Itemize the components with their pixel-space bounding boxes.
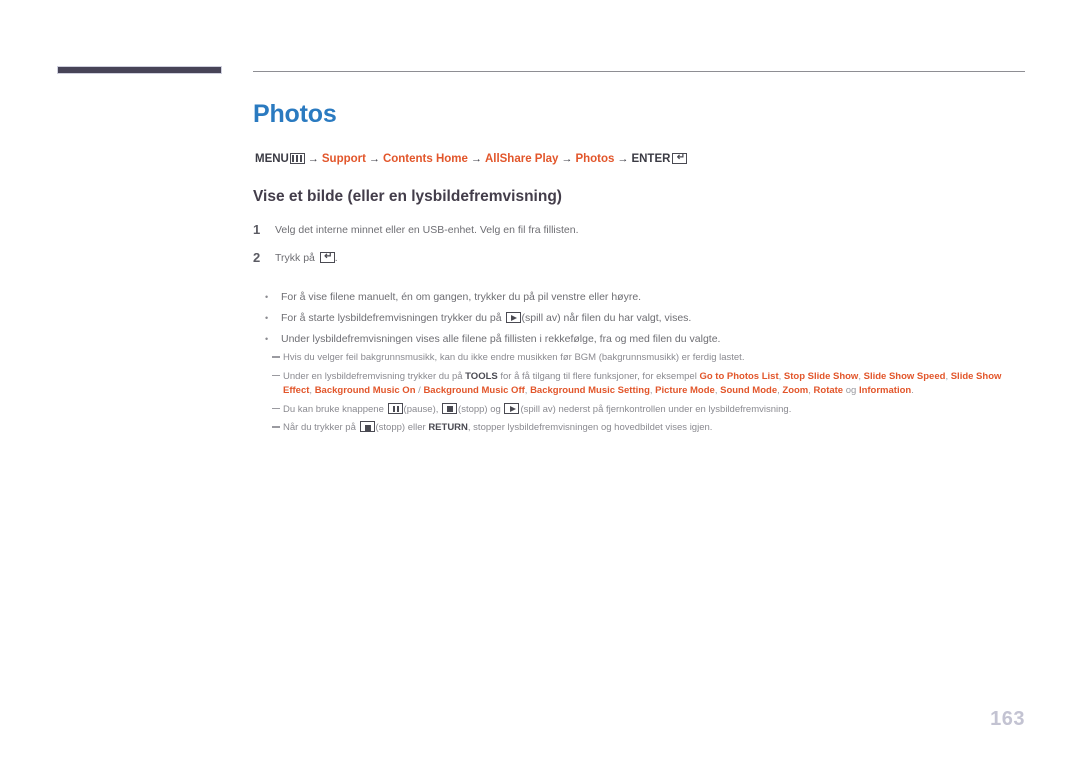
option-slide-show-speed[interactable]: Slide Show Speed <box>864 371 946 382</box>
note-text-1: Du kan bruke knappene <box>283 403 387 415</box>
enter-return-icon: ↵ <box>672 152 688 164</box>
breadcrumb-arrow-4: → <box>561 153 573 165</box>
note-item-return: Når du trykker på (stopp) eller RETURN, … <box>272 421 1032 436</box>
option-background-music-off[interactable]: Background Music Off <box>423 385 524 396</box>
note-text: Når du trykker på (stopp) eller RETURN, … <box>283 421 1023 436</box>
numbered-steps-list: 1 Velg det interne minnet eller en USB-e… <box>253 222 1013 278</box>
option-information[interactable]: Information <box>859 385 911 396</box>
note-item-bgm: Hvis du velger feil bakgrunnsmusikk, kan… <box>272 351 1032 366</box>
notes-list: Hvis du velger feil bakgrunnsmusikk, kan… <box>272 351 1032 440</box>
step-number: 1 <box>253 222 261 237</box>
step-number: 2 <box>253 250 261 265</box>
note-text-1: Under en lysbildefremvisning trykker du … <box>283 370 466 382</box>
note-dash-icon <box>272 351 283 364</box>
return-key-label: RETURN <box>428 422 468 433</box>
step-item: 2 Trykk på ↵. <box>253 250 1013 266</box>
breadcrumb-arrow-2: → <box>368 153 380 165</box>
step-text: Velg det interne minnet eller en USB-enh… <box>275 224 579 236</box>
document-page: Photos MENU → Support → Contents Home → AllSha… <box>0 0 1080 763</box>
header-accent-bar <box>57 66 222 74</box>
section-heading: Vise et bilde (eller en lysbildefremvisn… <box>253 188 562 205</box>
header-rule <box>253 71 1025 72</box>
note-text-3: (stopp) og <box>458 403 504 415</box>
bullet-text: Under lysbildefremvisningen vises alle f… <box>281 333 721 345</box>
option-stop-slide-show[interactable]: Stop Slide Show <box>784 371 858 382</box>
bullet-text-before: For å starte lysbildefremvisningen trykk… <box>281 312 505 324</box>
option-sound-mode[interactable]: Sound Mode <box>720 385 777 396</box>
sep-conjunction: og <box>843 385 859 396</box>
note-text: Du kan bruke knappene (pause), (stopp) o… <box>283 402 1023 418</box>
breadcrumb-arrow-5: → <box>617 153 629 165</box>
breadcrumb-item-allshare-play[interactable]: AllShare Play <box>485 153 559 165</box>
note-dash-icon <box>272 403 283 416</box>
sep-terminator: . <box>911 385 914 396</box>
menu-path-breadcrumb: MENU → Support → Contents Home → AllShare Play… <box>255 152 688 166</box>
list-item: • For å vise filene manuelt, én om gange… <box>265 290 1025 305</box>
note-text: Under en lysbildefremvisning trykker du … <box>283 370 1023 399</box>
play-icon <box>505 312 521 323</box>
bullet-marker: • <box>265 292 269 302</box>
step-item: 1 Velg det interne minnet eller en USB-e… <box>253 222 1013 238</box>
enter-return-icon: ↵ <box>319 251 335 263</box>
bullet-marker: • <box>265 334 269 344</box>
breadcrumb-item-photos[interactable]: Photos <box>575 153 614 165</box>
note-dash-icon <box>272 370 283 383</box>
note-item-tools: Under en lysbildefremvisning trykker du … <box>272 370 1032 399</box>
note-dash-icon <box>272 421 283 434</box>
tools-key-label: TOOLS <box>465 370 498 382</box>
stop-icon <box>359 421 375 432</box>
note-text: Hvis du velger feil bakgrunnsmusikk, kan… <box>283 352 745 363</box>
note-text-3: , stopper lysbildefremvisningen og hoved… <box>467 422 713 433</box>
list-item: • Under lysbildefremvisningen vises alle… <box>265 332 1025 347</box>
enter-label: ENTER <box>631 153 671 165</box>
note-text-2: (pause), <box>403 403 442 415</box>
option-rotate[interactable]: Rotate <box>814 385 844 396</box>
breadcrumb-arrow-3: → <box>470 153 482 165</box>
bullet-text: For å vise filene manuelt, én om gangen,… <box>281 291 642 303</box>
note-text-2: (stopp) eller <box>375 422 429 433</box>
option-background-music-setting[interactable]: Background Music Setting <box>530 385 650 396</box>
note-text-1: Når du trykker på <box>283 422 359 433</box>
page-number: 163 <box>990 708 1025 730</box>
note-item-buttons: Du kan bruke knappene (pause), (stopp) o… <box>272 402 1032 418</box>
note-text-2: for å få tilgang til flere funksjoner, f… <box>497 370 700 382</box>
bullet-marker: • <box>265 313 269 323</box>
pause-icon <box>387 402 403 414</box>
note-text-4: (spill av) nederst på fjernkontrollen un… <box>520 403 792 415</box>
breadcrumb-item-support[interactable]: Support <box>322 153 366 165</box>
menu-label: MENU <box>255 153 289 165</box>
breadcrumb-arrow-1: → <box>307 153 319 165</box>
play-icon <box>504 402 520 414</box>
bullet-text-after: (spill av) når filen du har valgt, vises… <box>521 312 692 324</box>
option-picture-mode[interactable]: Picture Mode <box>655 385 715 396</box>
breadcrumb-item-contents-home[interactable]: Contents Home <box>383 153 468 165</box>
option-background-music-on[interactable]: Background Music On <box>315 385 416 396</box>
stop-icon <box>442 402 458 414</box>
step-text: Trykk på ↵. <box>275 250 338 266</box>
menu-bars-icon <box>289 153 305 164</box>
option-go-to-photos-list[interactable]: Go to Photos List <box>699 371 778 382</box>
list-item: • For å starte lysbildefremvisningen try… <box>265 311 1025 326</box>
page-title: Photos <box>253 100 337 128</box>
step-text-before: Trykk på <box>275 252 318 264</box>
bullet-text: For å starte lysbildefremvisningen trykk… <box>281 311 691 326</box>
bullet-list: • For å vise filene manuelt, én om gange… <box>265 290 1025 353</box>
option-zoom[interactable]: Zoom <box>782 385 808 396</box>
